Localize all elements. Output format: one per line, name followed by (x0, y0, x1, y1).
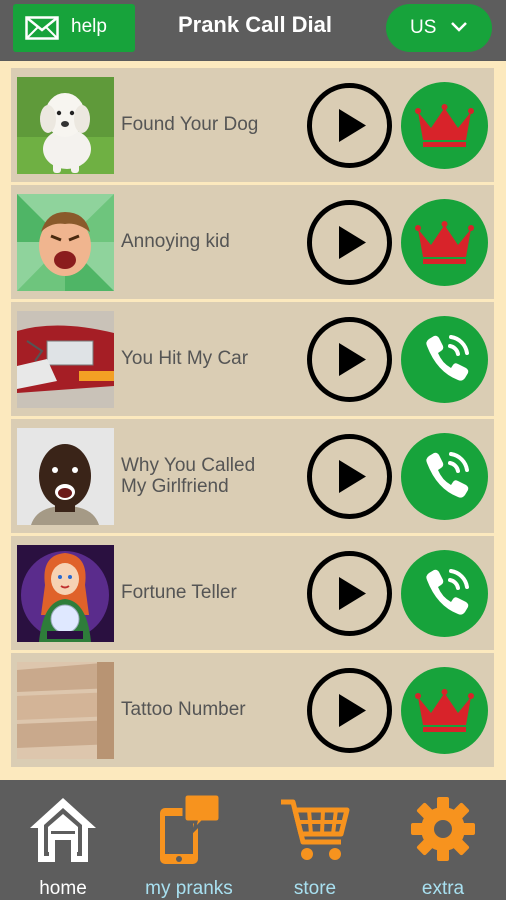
prank-thumbnail-kid (17, 194, 114, 291)
country-label: US (410, 17, 437, 38)
app-header: help Prank Call Dial US (0, 0, 506, 60)
prank-thumbnail-man (17, 428, 114, 525)
play-icon[interactable] (306, 316, 393, 403)
nav-my-pranks[interactable]: my pranks (126, 780, 252, 900)
premium-button[interactable] (401, 82, 488, 169)
cart-icon (281, 799, 350, 860)
crown-icon (415, 689, 474, 732)
prank-list[interactable]: Found Your Dog Annoying kid You Hit My C… (0, 61, 506, 780)
prank-title: Fortune Teller (121, 582, 237, 603)
crown-icon (415, 104, 474, 147)
play-icon[interactable] (306, 550, 393, 637)
prank-title: Tattoo Number (121, 699, 246, 720)
nav-store-label: store (293, 878, 337, 899)
nav-home-label: home (39, 878, 87, 899)
prank-thumbnail-tattoo (17, 662, 114, 759)
prank-thumbnail-car (17, 311, 114, 408)
home-icon (30, 798, 96, 862)
mail-icon (25, 16, 59, 40)
call-button[interactable] (401, 316, 488, 403)
call-button[interactable] (401, 550, 488, 637)
gear-icon (411, 797, 475, 861)
prank-row[interactable]: Fortune Teller (11, 536, 494, 650)
nav-home[interactable]: home (0, 780, 126, 900)
nav-extra-label: extra (421, 878, 465, 899)
prank-title-line-1: Why You Called (121, 455, 256, 476)
bottom-nav: home my pranks store extra (0, 780, 506, 900)
play-icon[interactable] (306, 82, 393, 169)
nav-my-pranks-label: my pranks (145, 878, 233, 899)
prank-title-line-2: My Girlfriend (121, 476, 229, 497)
call-button[interactable] (401, 433, 488, 520)
play-icon[interactable] (306, 199, 393, 286)
phone-call-icon (426, 569, 469, 615)
help-button[interactable]: help (13, 4, 135, 52)
prank-row[interactable]: Found Your Dog (11, 68, 494, 182)
premium-button[interactable] (401, 199, 488, 286)
chevron-down-icon (451, 22, 467, 32)
prank-row[interactable]: You Hit My Car (11, 302, 494, 416)
premium-button[interactable] (401, 667, 488, 754)
crown-icon (415, 221, 474, 264)
app-title: Prank Call Dial (177, 12, 333, 37)
help-label: help (71, 16, 107, 37)
play-icon[interactable] (306, 667, 393, 754)
phone-call-icon (426, 452, 469, 498)
prank-title: You Hit My Car (121, 348, 249, 369)
prank-title: Annoying kid (121, 231, 230, 252)
phone-chat-icon (160, 794, 222, 864)
nav-store[interactable]: store (252, 780, 378, 900)
prank-row[interactable]: Tattoo Number (11, 653, 494, 767)
phone-call-icon (426, 335, 469, 381)
nav-extra[interactable]: extra (380, 780, 506, 900)
prank-row[interactable]: Why You Called My Girlfriend (11, 419, 494, 533)
country-selector[interactable]: US (386, 4, 492, 52)
play-icon[interactable] (306, 433, 393, 520)
prank-thumbnail-dog (17, 77, 114, 174)
prank-title: Found Your Dog (121, 114, 259, 135)
prank-title: Why You Called My Girlfriend (121, 455, 255, 497)
prank-row[interactable]: Annoying kid (11, 185, 494, 299)
prank-thumbnail-fortune-teller (17, 545, 114, 642)
